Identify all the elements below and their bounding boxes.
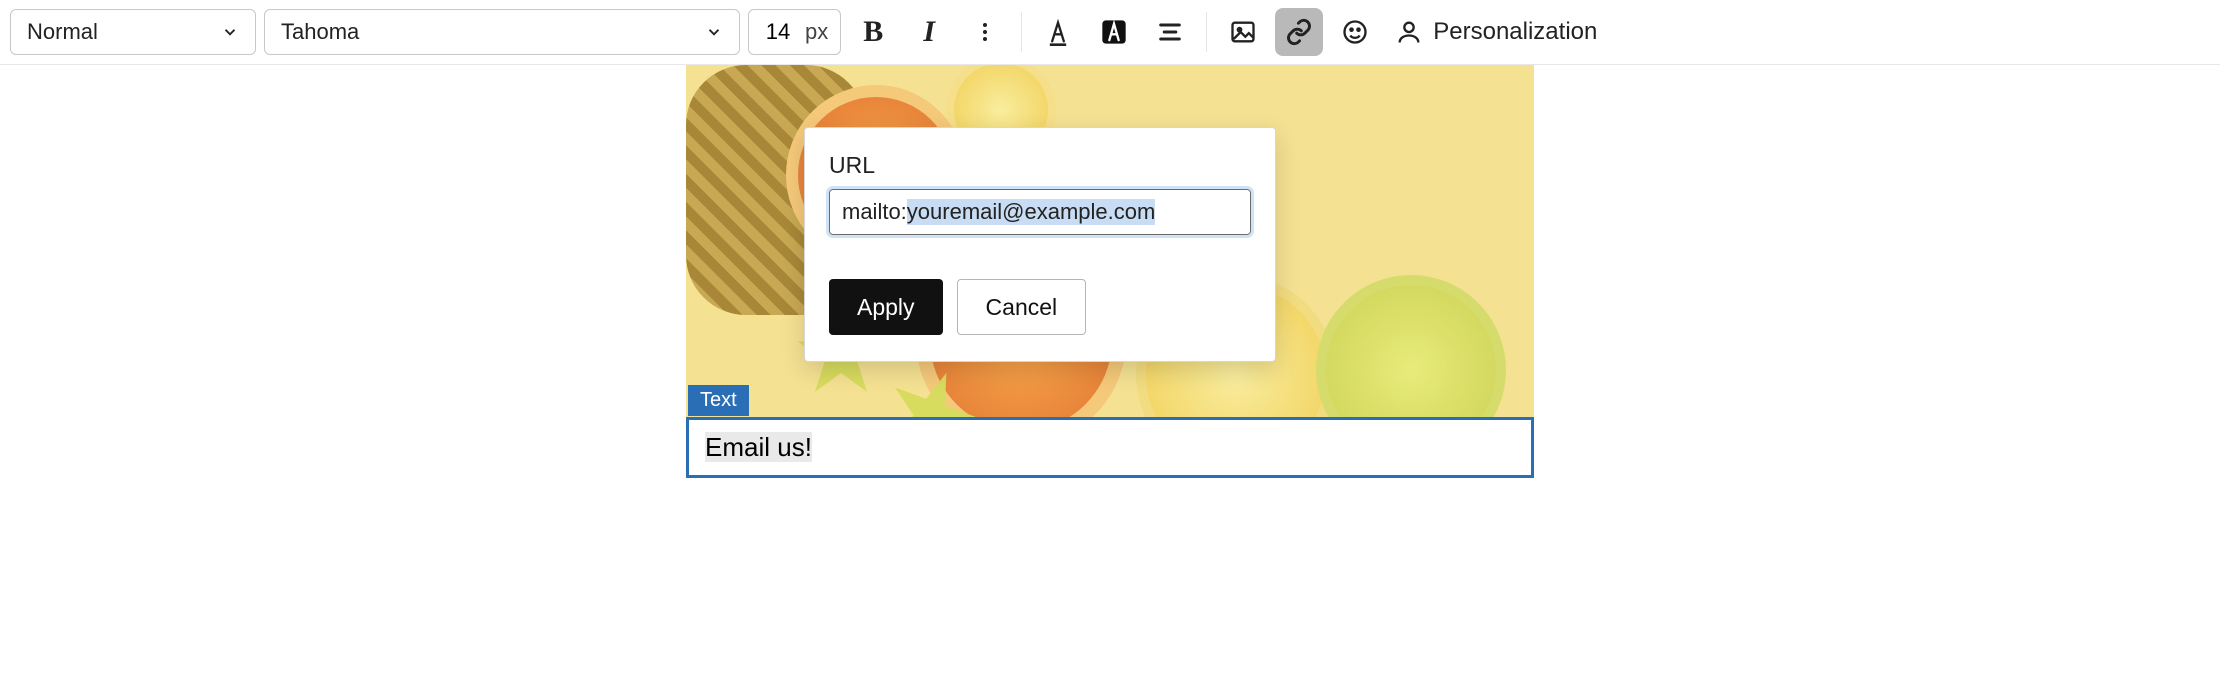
url-value-prefix: mailto: bbox=[842, 199, 907, 225]
block-type-tab[interactable]: Text bbox=[688, 385, 749, 416]
image-button[interactable] bbox=[1219, 8, 1267, 56]
chevron-down-icon bbox=[221, 23, 239, 41]
lime-shape bbox=[1316, 275, 1506, 417]
paragraph-style-value: Normal bbox=[27, 19, 98, 45]
image-icon bbox=[1229, 18, 1257, 46]
dots-vertical-icon bbox=[973, 20, 997, 44]
text-block[interactable]: Text Email us! bbox=[686, 417, 1534, 478]
chevron-down-icon bbox=[705, 23, 723, 41]
personalization-button[interactable]: Personalization bbox=[1387, 18, 1605, 46]
bold-button[interactable]: B bbox=[849, 8, 897, 56]
background-color-button[interactable] bbox=[1090, 8, 1138, 56]
emoji-icon bbox=[1341, 18, 1369, 46]
font-size-input-group: px bbox=[748, 9, 841, 55]
divider bbox=[1206, 12, 1207, 52]
font-size-unit: px bbox=[801, 19, 840, 45]
personalization-label: Personalization bbox=[1433, 18, 1597, 46]
emoji-button[interactable] bbox=[1331, 8, 1379, 56]
text-block-content-area[interactable]: Email us! bbox=[689, 420, 1531, 475]
text-block-content: Email us! bbox=[705, 432, 812, 462]
url-input[interactable]: mailto:youremail@example.com bbox=[829, 189, 1251, 235]
background-color-icon bbox=[1100, 18, 1128, 46]
font-family-select[interactable]: Tahoma bbox=[264, 9, 740, 55]
url-value-selected: youremail@example.com bbox=[907, 199, 1156, 225]
align-button[interactable] bbox=[1146, 8, 1194, 56]
italic-button[interactable]: I bbox=[905, 8, 953, 56]
font-size-input[interactable] bbox=[749, 19, 801, 45]
font-family-value: Tahoma bbox=[281, 19, 359, 45]
text-color-icon bbox=[1044, 18, 1072, 46]
paragraph-style-select[interactable]: Normal bbox=[10, 9, 256, 55]
person-icon bbox=[1395, 18, 1423, 46]
cancel-button[interactable]: Cancel bbox=[957, 279, 1087, 335]
link-button[interactable] bbox=[1275, 8, 1323, 56]
bold-icon: B bbox=[863, 15, 883, 49]
italic-icon: I bbox=[923, 15, 935, 49]
text-color-button[interactable] bbox=[1034, 8, 1082, 56]
link-icon bbox=[1285, 18, 1313, 46]
apply-button[interactable]: Apply bbox=[829, 279, 943, 335]
url-field-label: URL bbox=[829, 152, 1251, 179]
link-popover: URL mailto:youremail@example.com Apply C… bbox=[804, 127, 1276, 362]
align-center-icon bbox=[1156, 18, 1184, 46]
toolbar: Normal Tahoma px B I Personalization bbox=[0, 0, 2220, 65]
divider bbox=[1021, 12, 1022, 52]
popover-actions: Apply Cancel bbox=[829, 279, 1251, 335]
editor-canvas-wrap: URL mailto:youremail@example.com Apply C… bbox=[0, 65, 2220, 478]
more-formatting-button[interactable] bbox=[961, 8, 1009, 56]
